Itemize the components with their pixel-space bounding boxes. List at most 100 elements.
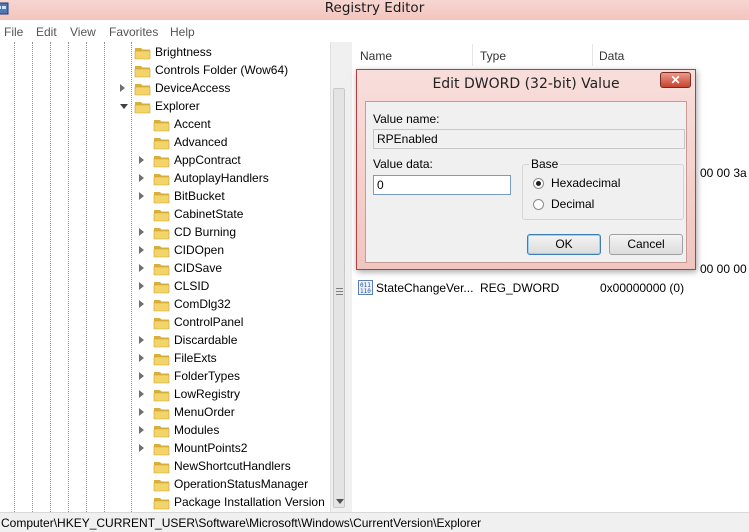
table-row[interactable]: 011 110 StateChangeVer... REG_DWORD 0x00…	[358, 280, 748, 298]
menu-view[interactable]: View	[70, 25, 96, 39]
title-bar: Registry Editor	[0, 0, 749, 20]
folder-icon	[134, 48, 151, 60]
tree-item-label: CabinetState	[174, 207, 244, 221]
expand-arrow-icon[interactable]	[139, 192, 144, 200]
expanded-arrow-icon[interactable]	[120, 104, 128, 109]
expand-arrow-icon[interactable]	[139, 372, 144, 380]
tree-item-label: AutoplayHandlers	[174, 171, 269, 185]
base-label: Base	[529, 157, 561, 171]
tree-item-label: Controls Folder (Wow64)	[155, 63, 289, 77]
value-data-input[interactable]: 0	[373, 175, 511, 195]
folder-icon	[153, 354, 170, 366]
folder-icon	[153, 462, 170, 474]
tree-item-label: BitBucket	[174, 189, 225, 203]
expand-arrow-icon[interactable]	[139, 390, 144, 398]
column-name[interactable]: Name	[360, 49, 392, 63]
tree-line	[104, 42, 105, 512]
folder-icon	[153, 264, 170, 276]
column-data[interactable]: Data	[599, 49, 624, 63]
folder-icon	[153, 246, 170, 258]
expand-arrow-icon[interactable]	[139, 282, 144, 290]
tree-item-label: FileExts	[174, 351, 217, 365]
value-name: StateChangeVer...	[376, 281, 474, 295]
partial-data-text: 00 00 00 00	[700, 262, 749, 276]
expand-arrow-icon[interactable]	[139, 336, 144, 344]
expand-arrow-icon[interactable]	[120, 84, 125, 92]
tree-item-label: ComDlg32	[174, 297, 231, 311]
expand-arrow-icon[interactable]	[139, 174, 144, 182]
close-icon[interactable]: ✕	[660, 72, 691, 88]
expand-arrow-icon[interactable]	[139, 246, 144, 254]
tree-item-label: NewShortcutHandlers	[174, 459, 291, 473]
value-data-label: Value data:	[373, 157, 433, 171]
folder-icon	[153, 426, 170, 438]
list-header: Name Type Data	[352, 44, 749, 66]
tree-item-label: Explorer	[155, 99, 200, 113]
expand-arrow-icon[interactable]	[139, 426, 144, 434]
column-separator[interactable]	[592, 44, 593, 66]
hexadecimal-label[interactable]: Hexadecimal	[551, 176, 620, 190]
tree-item-label: CLSID	[174, 279, 210, 293]
column-type[interactable]: Type	[480, 49, 506, 63]
decimal-label[interactable]: Decimal	[551, 197, 594, 211]
key-tree[interactable]: Brightness Controls Folder (Wow64) DeviceA…	[0, 42, 330, 512]
expand-arrow-icon[interactable]	[139, 354, 144, 362]
value-name-field[interactable]: RPEnabled	[373, 129, 685, 149]
folder-icon	[153, 372, 170, 384]
partial-data-text: 00 00 3a 00	[700, 166, 749, 180]
folder-icon	[153, 444, 170, 456]
expand-arrow-icon[interactable]	[139, 444, 144, 452]
folder-icon	[153, 390, 170, 402]
status-bar: Computer\HKEY_CURRENT_USER\Software\Micr…	[0, 512, 749, 532]
folder-icon	[134, 84, 151, 96]
folder-icon	[153, 120, 170, 132]
tree-item-label: Accent	[174, 117, 211, 131]
dword-value-icon: 011 110	[358, 280, 373, 295]
tree-line	[86, 42, 87, 512]
expand-arrow-icon[interactable]	[139, 156, 144, 164]
status-path: Computer\HKEY_CURRENT_USER\Software\Micr…	[1, 516, 482, 530]
tree-line	[14, 42, 15, 512]
tree-line	[32, 42, 33, 512]
folder-icon	[153, 480, 170, 492]
expand-arrow-icon[interactable]	[139, 264, 144, 272]
tree-item-label: ControlPanel	[174, 315, 244, 329]
grip-line	[336, 294, 343, 295]
menu-help[interactable]: Help	[170, 25, 195, 39]
expand-arrow-icon[interactable]	[139, 408, 144, 416]
folder-icon	[153, 138, 170, 150]
edit-dword-dialog: Edit DWORD (32-bit) Value ✕ Value name: …	[356, 69, 696, 270]
tree-line	[68, 42, 69, 512]
folder-icon	[153, 174, 170, 186]
hexadecimal-radio[interactable]	[533, 178, 544, 189]
tree-item-label: CIDOpen	[174, 243, 225, 257]
cancel-button[interactable]: Cancel	[609, 234, 683, 255]
column-separator[interactable]	[472, 44, 473, 66]
scroll-down-arrow-icon[interactable]	[336, 499, 344, 504]
folder-icon	[153, 192, 170, 204]
menu-file[interactable]: File	[4, 25, 23, 39]
folder-icon	[153, 318, 170, 330]
tree-item-label: DeviceAccess	[155, 81, 231, 95]
tree-item-label: FolderTypes	[174, 369, 241, 383]
menu-favorites[interactable]: Favorites	[109, 25, 158, 39]
expand-arrow-icon[interactable]	[139, 228, 144, 236]
tree-item-label: CD Burning	[174, 225, 237, 239]
decimal-radio[interactable]	[533, 199, 544, 210]
tree-item-label: Brightness	[155, 45, 212, 59]
tree-scrollbar[interactable]	[330, 42, 348, 512]
expand-arrow-icon[interactable]	[139, 300, 144, 308]
dialog-title: Edit DWORD (32-bit) Value	[432, 76, 620, 92]
folder-icon	[134, 102, 151, 114]
folder-icon	[153, 336, 170, 348]
folder-icon	[153, 498, 170, 510]
ok-button[interactable]: OK	[527, 234, 601, 255]
menu-edit[interactable]: Edit	[36, 25, 57, 39]
tree-line	[50, 42, 51, 512]
tree-line	[131, 42, 132, 512]
base-group: Base Hexadecimal Decimal	[522, 157, 684, 220]
scrollbar-thumb[interactable]	[333, 88, 345, 508]
grip-line	[336, 288, 343, 289]
window-title: Registry Editor	[324, 0, 425, 16]
folder-icon	[134, 66, 151, 78]
